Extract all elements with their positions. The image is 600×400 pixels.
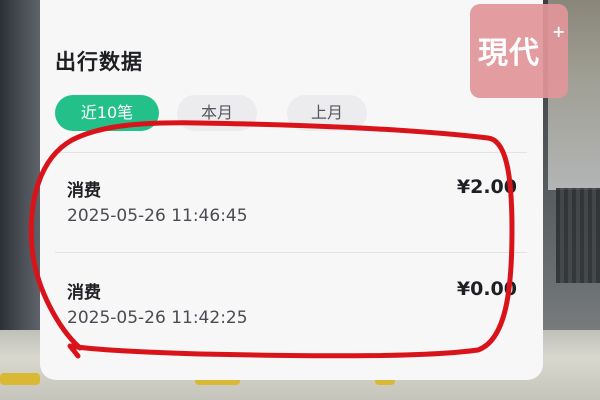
divider bbox=[55, 252, 527, 253]
record-amount: ¥0.00 bbox=[456, 278, 517, 300]
background-railing bbox=[556, 188, 600, 283]
tab-last-month[interactable]: 上月 bbox=[287, 95, 367, 131]
record-type: 消费 bbox=[67, 283, 101, 303]
list-item[interactable]: 消费 2025-05-26 11:42:25 ¥0.00 bbox=[67, 278, 517, 368]
travel-data-card: 出行数据 近10笔 本月 上月 消费 2025-05-26 11:46:45 ¥… bbox=[40, 0, 543, 380]
card-title: 出行数据 bbox=[55, 50, 143, 74]
record-time: 2025-05-26 11:42:25 bbox=[67, 308, 248, 328]
divider bbox=[55, 152, 527, 153]
tab-last-10[interactable]: 近10笔 bbox=[55, 95, 159, 131]
floor-marking bbox=[0, 373, 40, 385]
watermark-logo-text: 現代 bbox=[478, 36, 540, 71]
record-type: 消费 bbox=[67, 181, 101, 201]
watermark-logo: 現代 + bbox=[470, 4, 568, 98]
record-amount: ¥2.00 bbox=[456, 176, 517, 198]
record-time: 2025-05-26 11:46:45 bbox=[67, 206, 248, 226]
tab-this-month[interactable]: 本月 bbox=[177, 95, 257, 131]
watermark-plus-icon: + bbox=[552, 22, 566, 41]
